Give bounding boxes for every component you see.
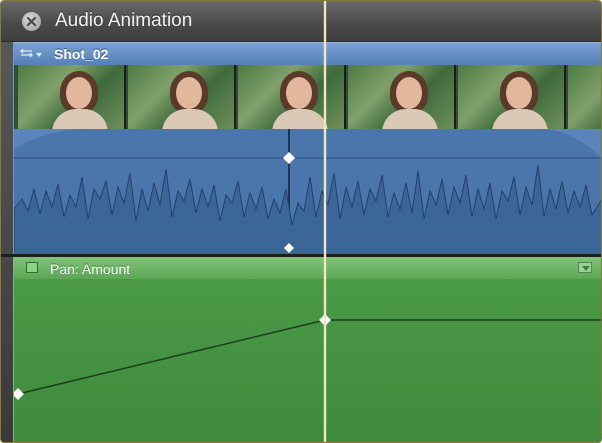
video-frame-thumbnail: [128, 65, 236, 129]
volume-keyframe[interactable]: [283, 152, 295, 164]
checkbox-icon[interactable]: [26, 262, 38, 273]
video-frame-thumbnail: [18, 65, 126, 129]
video-frame-thumbnail: [568, 65, 601, 129]
pan-keyframe-curve: [14, 314, 601, 400]
close-icon[interactable]: [22, 12, 41, 31]
title-bar: Audio Animation: [1, 1, 601, 42]
pan-keyframe[interactable]: [14, 388, 24, 400]
video-frame-thumbnail: [348, 65, 456, 129]
video-frame-thumbnail: [238, 65, 346, 129]
pan-amount-lane[interactable]: Pan: Amount: [13, 257, 601, 442]
video-filmstrip[interactable]: [14, 65, 601, 129]
playhead[interactable]: [324, 1, 326, 442]
audio-clip[interactable]: Shot_02: [13, 42, 601, 256]
audio-waveform-area[interactable]: [13, 129, 601, 256]
clip-name: Shot_02: [54, 46, 109, 62]
audio-animation-window: Audio Animation Shot_02 Pan: Amount: [0, 0, 602, 443]
pan-lane-header: Pan: Amount: [14, 257, 601, 279]
audio-waveform: [13, 129, 601, 256]
pan-label: Pan: Amount: [50, 261, 131, 277]
clip-header[interactable]: Shot_02: [14, 43, 601, 65]
clip-menu-icon[interactable]: [20, 48, 46, 60]
disclosure-icon[interactable]: [578, 262, 592, 273]
video-frame-thumbnail: [458, 65, 566, 129]
window-title: Audio Animation: [55, 10, 193, 31]
